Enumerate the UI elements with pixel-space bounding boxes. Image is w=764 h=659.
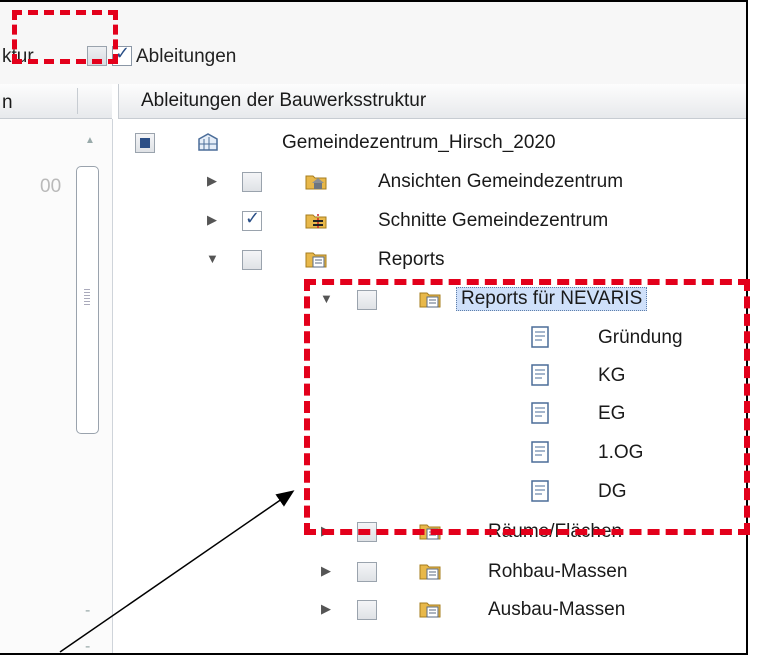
annotation-arrow-icon — [59, 490, 295, 653]
